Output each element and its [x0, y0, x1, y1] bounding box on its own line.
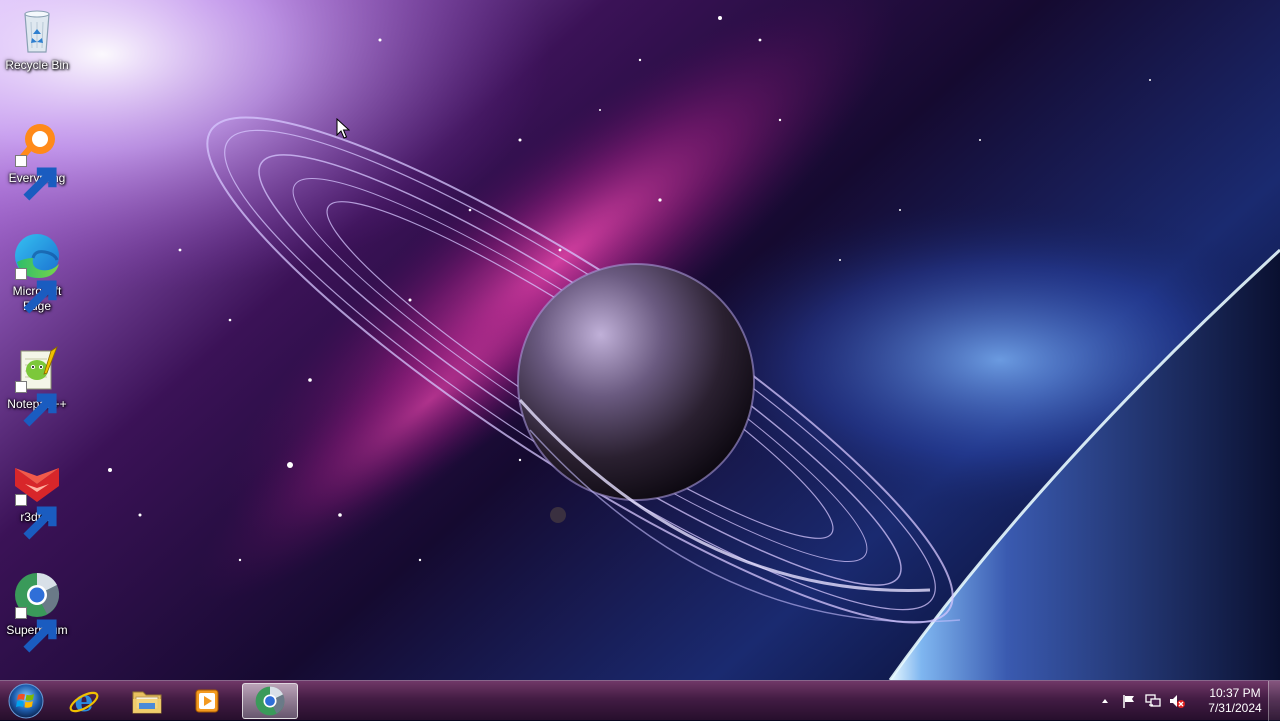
internet-explorer-icon: e — [69, 684, 99, 718]
desktop-wallpaper[interactable] — [0, 0, 1280, 680]
taskbar-internet-explorer[interactable]: e — [56, 683, 112, 719]
desktop-icon-recycle-bin[interactable]: Recycle Bin — [0, 4, 74, 104]
notepadpp-icon — [11, 343, 63, 427]
clock-date: 7/31/2024 — [1208, 701, 1262, 715]
start-button[interactable] — [4, 682, 48, 720]
svg-text:e: e — [74, 684, 93, 718]
media-player-icon — [195, 689, 219, 713]
edge-icon — [11, 230, 63, 314]
desktop-icon-r3dfox[interactable]: r3dfox — [0, 456, 74, 556]
shortcut-arrow-icon — [15, 155, 57, 201]
supermium-icon — [255, 686, 285, 716]
system-tray: 10:37 PM 7/31/2024 — [1090, 681, 1280, 721]
desktop-icon-notepadpp[interactable]: Notepad++ — [0, 343, 74, 443]
desktop-icon-label: Recycle Bin — [5, 58, 69, 72]
supermium-icon — [11, 569, 63, 653]
volume-muted-icon[interactable] — [1168, 692, 1186, 710]
network-icon[interactable] — [1144, 692, 1162, 710]
r3dfox-icon — [11, 456, 63, 540]
shortcut-arrow-icon — [15, 381, 57, 427]
shortcut-arrow-icon — [15, 494, 57, 540]
clock-time: 10:37 PM — [1209, 686, 1261, 700]
show-desktop-button[interactable] — [1268, 681, 1280, 721]
shortcut-arrow-icon — [15, 607, 57, 653]
action-center-flag-icon[interactable] — [1120, 692, 1138, 710]
show-hidden-icons-chevron[interactable] — [1096, 692, 1114, 710]
taskbar: e 10:37 PM 7/31/2024 — [0, 680, 1280, 721]
windows-logo-icon — [8, 683, 44, 719]
file-explorer-icon — [132, 691, 162, 714]
desktop-icon-area: Recycle Bin Everything Microsoft Edge No… — [0, 0, 76, 680]
taskbar-supermium[interactable] — [242, 683, 298, 719]
desktop-icon-supermium[interactable]: Supermium — [0, 569, 74, 669]
taskbar-file-explorer[interactable] — [119, 683, 175, 719]
taskbar-media-player[interactable] — [179, 683, 235, 719]
everything-search-icon — [11, 117, 63, 201]
clock[interactable]: 10:37 PM 7/31/2024 — [1200, 686, 1270, 716]
recycle-bin-icon — [11, 4, 63, 56]
desktop-icon-everything[interactable]: Everything — [0, 117, 74, 217]
desktop-icon-microsoft-edge[interactable]: Microsoft Edge — [0, 230, 74, 330]
shortcut-arrow-icon — [15, 268, 57, 314]
